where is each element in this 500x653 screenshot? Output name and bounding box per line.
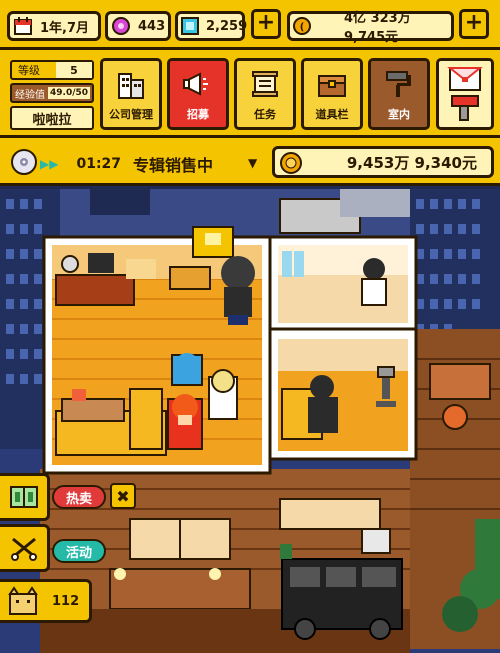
fans-counter: ( 4亿 323万 9,745元 <box>287 11 454 45</box>
fans-count: 4亿 323万 9,745元 <box>344 11 411 45</box>
money-display: 9,453万 9,340元 <box>272 146 494 178</box>
scroll-icon <box>252 71 278 97</box>
level-label: 等级 <box>18 64 40 77</box>
diamond-icon <box>180 15 200 37</box>
exp-row: 经验值 49.0/50 <box>10 83 94 103</box>
mail-icon <box>447 67 483 121</box>
gem-counter: 443 <box>105 11 171 41</box>
gem-count: 443 <box>138 18 166 34</box>
chest-icon <box>318 75 346 97</box>
recruit-label: 招募 <box>187 108 209 121</box>
item-bar-label: 道具栏 <box>315 108 349 121</box>
office-scene[interactable]: 热卖 ✖ 活动 112 <box>0 189 500 653</box>
diamond-counter: 2,259 <box>175 11 248 41</box>
event-tag[interactable]: 活动 <box>52 539 107 563</box>
dropdown-arrow-icon[interactable]: ▼ <box>248 156 257 170</box>
sales-timer: 01:27 <box>76 156 122 172</box>
level-value: 5 <box>56 62 92 78</box>
scissors-icon <box>10 537 37 561</box>
sales-status: ▶▶ 01:27 专辑销售中 <box>40 152 213 176</box>
hot-sale-tag[interactable]: 热卖 <box>52 485 107 509</box>
date-display: 1年,7月 <box>7 11 101 41</box>
pet-count: 112 <box>52 593 80 609</box>
company-management-label: 公司管理 <box>109 108 153 121</box>
svg-text:(: ( <box>300 22 305 33</box>
exp-value: 49.0/50 <box>48 87 91 99</box>
item-bar-button[interactable]: 道具栏 <box>301 58 363 130</box>
building-icon <box>118 73 144 99</box>
gem-icon <box>110 15 132 37</box>
coin-icon <box>279 151 303 175</box>
paint-roller-icon <box>386 71 411 97</box>
disc-icon <box>10 148 38 176</box>
pet-counter-button[interactable]: 112 <box>0 579 92 623</box>
company-management-button[interactable]: 公司管理 <box>100 58 162 130</box>
recruit-button[interactable]: 招募 <box>167 58 229 130</box>
player-name: 啦啦拉 <box>10 106 94 130</box>
calendar-icon <box>12 15 34 37</box>
date-text: 1年,7月 <box>40 20 90 36</box>
player-profile[interactable]: 等级 5 经验值 49.0/50 啦啦拉 <box>7 58 97 134</box>
hot-sale-button[interactable] <box>0 473 50 521</box>
sales-activity: 专辑销售中 <box>133 156 214 175</box>
room-button[interactable]: 室内 <box>368 58 430 130</box>
room-label: 室内 <box>388 108 410 121</box>
money-value: 9,453万 9,340元 <box>346 153 477 172</box>
coin-icon: ( <box>292 15 312 37</box>
menu-bar: 等级 5 经验值 49.0/50 啦啦拉 公司管理 招募 任务 道具栏 室内 <box>0 50 500 138</box>
add-diamond-button[interactable]: + <box>251 9 281 39</box>
task-label: 任务 <box>254 108 276 121</box>
cat-icon <box>8 586 38 615</box>
task-button[interactable]: 任务 <box>234 58 296 130</box>
hot-sale-close-icon[interactable]: ✖ <box>110 483 136 509</box>
fast-forward-icon: ▶▶ <box>40 157 59 171</box>
diamond-count: 2,259 <box>206 18 248 34</box>
top-bar: 1年,7月 443 2,259 + ( 4亿 323万 9,745元 + <box>0 0 500 50</box>
mail-button[interactable] <box>436 58 494 130</box>
event-button[interactable] <box>0 524 50 572</box>
status-bar: ▶▶ 01:27 专辑销售中 ▼ 9,453万 9,340元 <box>0 138 500 186</box>
add-money-button[interactable]: + <box>459 9 489 39</box>
megaphone-icon <box>183 72 208 96</box>
exp-label: 经验值 <box>15 89 45 101</box>
book-icon <box>9 486 38 508</box>
level-row: 等级 5 <box>10 60 94 80</box>
